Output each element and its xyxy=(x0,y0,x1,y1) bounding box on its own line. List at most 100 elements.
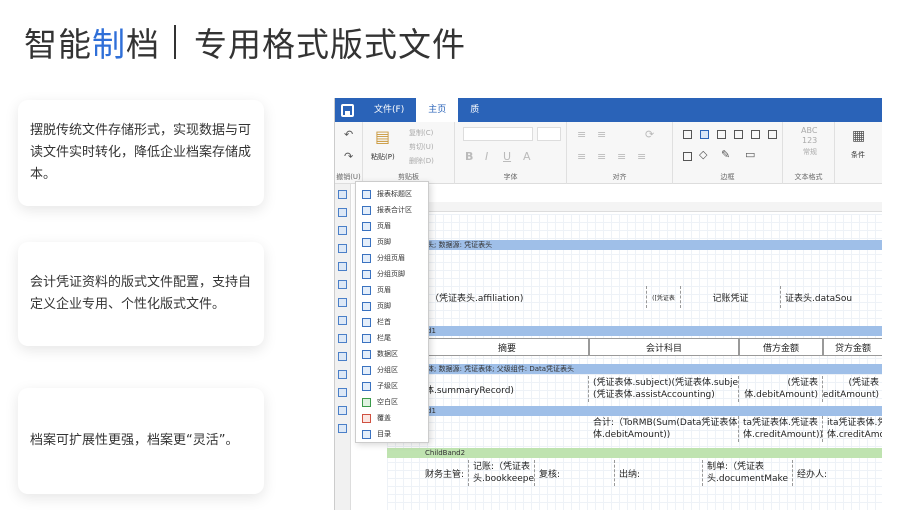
dropdown-item-overlay[interactable]: 覆盖 xyxy=(356,410,428,426)
header-icon xyxy=(362,285,371,295)
tab-page[interactable]: 质 xyxy=(458,98,491,122)
align-left-icon[interactable]: ≡ xyxy=(577,150,586,163)
band-icon[interactable] xyxy=(338,244,347,253)
band-icon[interactable] xyxy=(338,334,347,343)
column-header-account[interactable]: 会计科目 xyxy=(589,338,739,356)
voucher-title-cell[interactable]: 记账凭证 xyxy=(681,286,781,308)
border-none-button[interactable] xyxy=(683,130,692,139)
data-source-cell[interactable]: 证表头.dataSou xyxy=(781,286,882,308)
column-header-debit[interactable]: 借方金额 xyxy=(739,338,823,356)
total-rmb-cell[interactable]: 合计:（ToRMB(Sum(Data凭证表体 体.debitAmount)) xyxy=(589,416,739,442)
dropdown-item-empty-band[interactable]: 空白区 xyxy=(356,394,428,410)
border-left-button[interactable] xyxy=(751,130,760,139)
fill-color-icon[interactable]: ◇ xyxy=(699,148,707,161)
dropdown-item-column-footer[interactable]: 栏尾 xyxy=(356,330,428,346)
band-icon[interactable] xyxy=(338,190,347,199)
save-icon[interactable] xyxy=(341,103,354,117)
undo-icon[interactable]: ↶ xyxy=(344,128,353,141)
justify-icon[interactable]: ≡ xyxy=(637,150,646,163)
dropdown-item-footer[interactable]: 页脚 xyxy=(356,298,428,314)
dropdown-item-header[interactable]: 页眉 xyxy=(356,282,428,298)
redo-icon[interactable]: ↷ xyxy=(344,150,353,163)
subject-cell[interactable]: (凭证表体.subject)(凭证表体.subje (凭证表体.assistAc… xyxy=(589,376,739,402)
total-rmb-line-2: 体.debitAmount)) xyxy=(593,430,671,440)
total-credit-cell[interactable]: ita凭证表体.凭证表 体.creditAmount)) xyxy=(823,416,882,442)
tab-file[interactable]: 文件(F) xyxy=(362,98,416,122)
band-icon[interactable] xyxy=(338,406,347,415)
dropdown-item-page-header[interactable]: 页眉 xyxy=(356,218,428,234)
credit-amount-cell[interactable]: (凭证表 体.creditAmount) xyxy=(823,376,882,402)
dropdown-item-group-band[interactable]: 分组区 xyxy=(356,362,428,378)
band-child[interactable]: ChildBand2 xyxy=(387,448,882,458)
align-center-icon[interactable]: ≡ xyxy=(597,150,606,163)
document-maker-line-2: 头.documentMake xyxy=(707,474,788,484)
underline-icon[interactable]: U xyxy=(503,150,511,163)
condition-button[interactable]: 条件 xyxy=(851,150,865,160)
column-header-summary[interactable]: 摘要 xyxy=(425,338,589,356)
dropdown-item-report-summary[interactable]: 报表合计区 xyxy=(356,202,428,218)
band-icon[interactable] xyxy=(338,226,347,235)
bookkeeper-cell[interactable]: 记账:（凭证表 头.bookkeeper xyxy=(469,460,535,486)
band-column-header[interactable]: d1 xyxy=(387,326,882,336)
font-family-select[interactable] xyxy=(463,127,533,141)
line-color-icon[interactable]: ✎ xyxy=(721,148,730,161)
border-outline-button[interactable] xyxy=(683,152,692,161)
band-icon[interactable] xyxy=(338,352,347,361)
border-all-button[interactable] xyxy=(700,130,709,139)
reviewer-cell[interactable]: 复核: xyxy=(535,460,615,486)
band-header[interactable]: 头; 数据源: 凭证表头 xyxy=(387,240,882,250)
band-icon[interactable] xyxy=(338,208,347,217)
print-date-cell[interactable]: ([凭证表 xyxy=(647,286,681,308)
band-icon[interactable] xyxy=(338,316,347,325)
band-icon[interactable] xyxy=(338,370,347,379)
format-sample-normal[interactable]: 常规 xyxy=(803,147,817,157)
handler-cell[interactable]: 经办人: xyxy=(793,460,882,486)
page-header-icon xyxy=(362,221,371,231)
border-right-button[interactable] xyxy=(768,130,777,139)
dropdown-item-column-header[interactable]: 栏首 xyxy=(356,314,428,330)
align-right-icon[interactable]: ≡ xyxy=(617,150,626,163)
column-header-credit[interactable]: 贷方金额 xyxy=(823,338,882,356)
dropdown-item-label: 覆盖 xyxy=(377,414,391,422)
paste-button[interactable]: 粘贴(P) xyxy=(371,152,395,162)
page-title: 智能制档 专用格式版式文件 xyxy=(24,14,466,70)
debit-amount-cell[interactable]: (凭证表 体.debitAmount) xyxy=(739,376,823,402)
band-body[interactable]: 体; 数据源: 凭证表体; 父级组件: Data凭证表头 xyxy=(387,364,882,374)
paste-icon[interactable]: ▤ xyxy=(375,127,390,146)
dropdown-item-label: 报表标题区 xyxy=(377,190,412,198)
cashier-cell[interactable]: 出纳: xyxy=(615,460,703,486)
finance-manager-cell[interactable]: 财务主管: xyxy=(387,460,469,486)
dropdown-item-group-footer[interactable]: 分组页脚 xyxy=(356,266,428,282)
total-debit-cell[interactable]: ta凭证表体.凭证表 体.creditAmount)) xyxy=(739,416,823,442)
document-maker-cell[interactable]: 制单:（凭证表 头.documentMake xyxy=(703,460,793,486)
dropdown-item-toc[interactable]: 目录 xyxy=(356,426,428,442)
dropdown-item-report-title[interactable]: 报表标题区 xyxy=(356,186,428,202)
band-icon[interactable] xyxy=(338,424,347,433)
dropdown-item-group-header[interactable]: 分组页眉 xyxy=(356,250,428,266)
dropdown-item-data-band[interactable]: 数据区 xyxy=(356,346,428,362)
band-icon[interactable] xyxy=(338,298,347,307)
band-icon[interactable] xyxy=(338,388,347,397)
line-style-icon[interactable]: ▭ xyxy=(745,148,755,161)
font-size-select[interactable] xyxy=(537,127,561,141)
report-canvas[interactable]: 头; 数据源: 凭证表头 :（凭证表头.affiliation) ([凭证表 记… xyxy=(387,214,882,510)
border-bottom-button[interactable] xyxy=(734,130,743,139)
band-icon[interactable] xyxy=(338,280,347,289)
delete-button[interactable]: 删除(D) xyxy=(409,156,434,166)
band-icon[interactable] xyxy=(338,262,347,271)
font-color-icon[interactable]: A xyxy=(523,150,531,163)
ribbon-group-font: B I U A 字体 xyxy=(455,122,567,184)
bold-icon[interactable]: B xyxy=(465,150,473,163)
condition-icon[interactable]: ▦ xyxy=(852,128,865,144)
dropdown-item-page-footer[interactable]: 页脚 xyxy=(356,234,428,250)
dropdown-item-child-band[interactable]: 子级区 xyxy=(356,378,428,394)
copy-button[interactable]: 复制(C) xyxy=(409,128,433,138)
cut-button[interactable]: 剪切(U) xyxy=(409,142,434,152)
tab-home[interactable]: 主页 xyxy=(416,98,459,122)
italic-icon[interactable]: I xyxy=(485,150,488,163)
align-middle-icon[interactable]: ≡ xyxy=(597,128,606,141)
rotate-icon[interactable]: ⟳ xyxy=(645,128,654,141)
align-top-icon[interactable]: ≡ xyxy=(577,128,586,141)
border-top-button[interactable] xyxy=(717,130,726,139)
band-total[interactable]: d1 xyxy=(387,406,882,416)
